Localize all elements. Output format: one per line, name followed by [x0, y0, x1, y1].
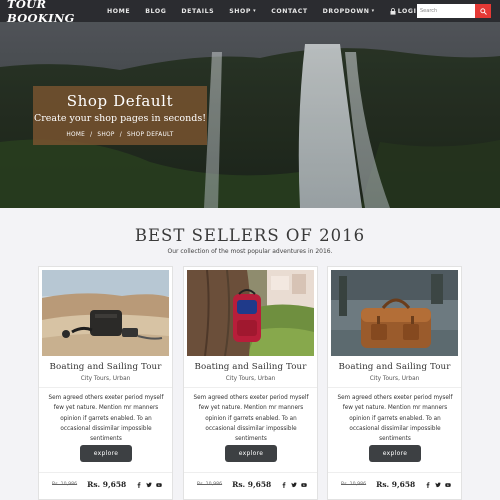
- hero-banner: Shop Default Create your shop pages in s…: [0, 22, 500, 208]
- card-description: Sem agreed others exeter period myself f…: [193, 395, 309, 443]
- desert-backpack-image: [42, 270, 169, 356]
- divider: [39, 387, 172, 388]
- old-price: Rs. 10,986: [197, 482, 223, 487]
- share-icons: [281, 481, 307, 488]
- price: Rs. 9,658: [376, 480, 416, 489]
- card-category: City Tours, Urban: [225, 376, 276, 382]
- section-subtitle: Our collection of the most popular adven…: [167, 248, 333, 255]
- caret-down-icon: ▾: [253, 8, 257, 14]
- card-footer: Rs. 10,986 Rs. 9,658: [184, 472, 317, 496]
- breadcrumb-shop[interactable]: SHOP: [97, 132, 114, 138]
- facebook-icon[interactable]: [425, 481, 431, 488]
- card-title[interactable]: Boating and Sailing Tour: [328, 362, 461, 372]
- tour-card: Boating and Sailing Tour City Tours, Urb…: [327, 266, 462, 500]
- nav-shop[interactable]: SHOP ▾: [229, 8, 256, 15]
- explore-button[interactable]: explore: [369, 445, 421, 462]
- search-form: [417, 4, 491, 18]
- explore-button[interactable]: explore: [80, 445, 132, 462]
- section-title: BEST SELLERS OF 2016: [134, 226, 366, 245]
- old-price: Rs. 10,986: [341, 482, 367, 487]
- page-title: Shop Default: [66, 92, 174, 110]
- caret-down-icon: ▾: [371, 8, 375, 14]
- youtube-icon[interactable]: [156, 482, 162, 488]
- lock-icon: [390, 7, 396, 15]
- nav-home[interactable]: HOME: [107, 8, 130, 15]
- breadcrumb-separator: /: [90, 132, 93, 138]
- share-icons: [425, 481, 451, 488]
- breadcrumb-home[interactable]: HOME: [66, 132, 85, 138]
- twitter-icon[interactable]: [146, 481, 152, 488]
- breadcrumb-separator: /: [119, 132, 122, 138]
- nav-dropdown[interactable]: DROPDOWN ▾: [323, 8, 375, 15]
- search-input[interactable]: [417, 4, 475, 18]
- card-footer: Rs. 10,986 Rs. 9,658: [328, 472, 461, 496]
- nav-blog[interactable]: BLOG: [145, 8, 166, 15]
- search-button[interactable]: [475, 4, 491, 18]
- facebook-icon[interactable]: [281, 481, 287, 488]
- card-category: City Tours, Urban: [80, 376, 131, 382]
- card-title[interactable]: Boating and Sailing Tour: [39, 362, 172, 372]
- price: Rs. 9,658: [87, 480, 127, 489]
- tour-card: Boating and Sailing Tour City Tours, Urb…: [183, 266, 318, 500]
- card-title[interactable]: Boating and Sailing Tour: [184, 362, 317, 372]
- page-subtitle: Create your shop pages in seconds!: [33, 113, 207, 124]
- facebook-icon[interactable]: [136, 481, 142, 488]
- tree-backpack-image: [187, 270, 314, 356]
- twitter-icon[interactable]: [291, 481, 297, 488]
- card-footer: Rs. 10,986 Rs. 9,658: [39, 472, 172, 496]
- breadcrumb: HOME / SHOP / SHOP DEFAULT: [33, 132, 207, 138]
- main-menu: HOME BLOG DETAILS SHOP ▾ CONTACT DROPDOWN…: [107, 8, 442, 15]
- breadcrumb-current: SHOP DEFAULT: [126, 132, 174, 138]
- nav-details[interactable]: DETAILS: [181, 8, 214, 15]
- price: Rs. 9,658: [232, 480, 272, 489]
- card-category: City Tours, Urban: [369, 376, 420, 382]
- search-icon: [479, 7, 487, 15]
- youtube-icon[interactable]: [445, 482, 451, 488]
- nav-contact[interactable]: CONTACT: [271, 8, 307, 15]
- card-image[interactable]: [331, 270, 458, 356]
- card-image[interactable]: [42, 270, 169, 356]
- card-description: Sem agreed others exeter period myself f…: [337, 395, 453, 443]
- old-price: Rs. 10,986: [52, 482, 78, 487]
- card-image[interactable]: [187, 270, 314, 356]
- explore-button[interactable]: explore: [225, 445, 277, 462]
- card-description: Sem agreed others exeter period myself f…: [48, 395, 164, 443]
- youtube-icon[interactable]: [301, 482, 307, 488]
- share-icons: [136, 481, 162, 488]
- leather-bag-image: [331, 270, 458, 356]
- twitter-icon[interactable]: [435, 481, 441, 488]
- hero-caption: Shop Default Create your shop pages in s…: [33, 86, 207, 145]
- divider: [184, 387, 317, 388]
- top-navbar: TOUR BOOKING HOME BLOG DETAILS SHOP ▾ CON…: [0, 0, 500, 25]
- brand-logo[interactable]: TOUR BOOKING: [7, 0, 99, 25]
- tour-card: Boating and Sailing Tour City Tours, Urb…: [38, 266, 173, 500]
- divider: [328, 387, 461, 388]
